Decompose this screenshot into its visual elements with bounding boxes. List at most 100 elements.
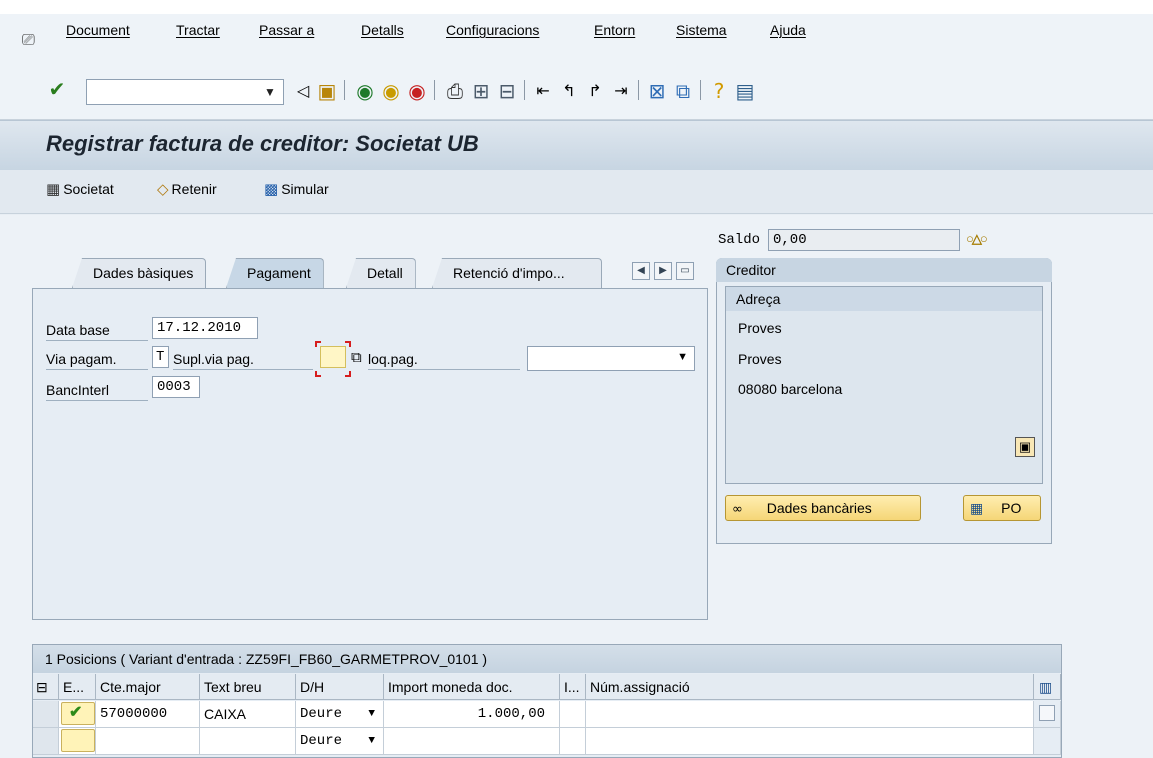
enter-icon[interactable]: ✔ <box>46 76 68 102</box>
societat-button[interactable]: ▦ Societat <box>46 180 114 198</box>
data-base-input[interactable]: 17.12.2010 <box>152 317 258 339</box>
tab-dades-basiques[interactable]: Dades bàsiques <box>72 258 207 288</box>
green-back-icon[interactable]: ◉ <box>354 78 376 104</box>
menu-document[interactable]: Document <box>66 22 130 38</box>
menu-configuracions[interactable]: Configuracions <box>446 22 539 38</box>
save-icon[interactable]: ▣ <box>316 78 338 104</box>
retenir-label: Retenir <box>171 181 217 197</box>
creditor-header: Creditor <box>716 258 1052 282</box>
column-header-i[interactable]: I... <box>560 674 586 700</box>
required-marker <box>315 341 321 347</box>
toolbar-separator <box>344 80 345 100</box>
find-next-icon[interactable]: ⊟ <box>496 78 518 104</box>
chevron-down-icon[interactable]: ▼ <box>258 80 282 104</box>
simular-button[interactable]: ▩ Simular <box>264 180 329 198</box>
next-page-icon[interactable]: ↱ <box>584 78 606 104</box>
select-all-icon[interactable]: ⊟ <box>33 674 59 700</box>
simular-label: Simular <box>281 181 329 197</box>
bank-data-button[interactable]: ∞ Dades bancàries <box>725 495 921 521</box>
back-icon[interactable]: ◁ <box>292 78 314 104</box>
address-detail-icon[interactable]: ▣ <box>1015 437 1035 457</box>
via-pagam-input[interactable]: T <box>152 346 169 368</box>
menu-ajuda[interactable]: Ajuda <box>770 22 806 38</box>
column-header-e[interactable]: E... <box>59 674 96 700</box>
menu-bar <box>0 0 1153 62</box>
column-header-text-breu[interactable]: Text breu <box>200 674 296 700</box>
address-line: Proves <box>738 320 782 336</box>
column-header-num-assignacio[interactable]: Núm.assignació <box>586 674 1034 700</box>
menu-tractar[interactable]: Tractar <box>176 22 220 38</box>
first-page-icon[interactable]: ⇤ <box>532 78 554 104</box>
cancel-icon[interactable]: ◉ <box>406 78 428 104</box>
dh-cell[interactable]: Deure ▼ <box>296 701 384 728</box>
scrollbar-track[interactable] <box>1034 701 1061 728</box>
exit-icon[interactable]: ◉ <box>380 78 402 104</box>
row-selector[interactable] <box>33 728 59 755</box>
tab-scroll-left-icon[interactable]: ◀ <box>632 262 650 280</box>
menu-passar-a[interactable]: Passar a <box>259 22 314 38</box>
copy-icon[interactable]: ⧉ <box>351 348 362 366</box>
shortcut-icon[interactable]: ⧉ <box>672 78 694 104</box>
i-cell[interactable] <box>560 728 586 755</box>
print-icon[interactable]: ⎙ <box>444 78 466 104</box>
page-title: Registrar factura de creditor: Societat … <box>46 131 479 156</box>
column-header-dh[interactable]: D/H <box>296 674 384 700</box>
tab-retencio[interactable]: Retenció d'impo... <box>432 258 602 288</box>
table-title: 1 Posicions ( Variant d'entrada : ZZ59FI… <box>33 645 1061 673</box>
required-marker <box>345 341 351 347</box>
assignment-cell[interactable] <box>586 701 1034 728</box>
park-icon: ◇ <box>157 180 169 198</box>
column-config-icon[interactable]: ▥ <box>1034 674 1061 700</box>
tab-pagament[interactable]: Pagament <box>226 258 324 288</box>
bloq-pag-select[interactable]: ▼ <box>527 346 695 371</box>
bloq-pag-label: loq.pag. <box>368 351 520 370</box>
data-base-label: Data base <box>46 322 148 341</box>
prev-page-icon[interactable]: ↰ <box>558 78 580 104</box>
column-header-import[interactable]: Import moneda doc. <box>384 674 560 700</box>
last-page-icon[interactable]: ⇥ <box>610 78 632 104</box>
amount-cell[interactable]: 1.000,00 <box>384 701 560 728</box>
layout-icon[interactable]: ▤ <box>734 78 756 104</box>
menu-entorn[interactable]: Entorn <box>594 22 635 38</box>
dh-cell[interactable]: Deure ▼ <box>296 728 384 755</box>
new-session-icon[interactable]: ⊠ <box>646 78 668 104</box>
short-text-cell[interactable] <box>200 728 296 755</box>
short-text-cell[interactable]: CAIXA <box>200 701 296 728</box>
assignment-cell[interactable] <box>586 728 1034 755</box>
balance-lights-icon: ○△○ <box>966 231 988 246</box>
table-row-status: ✔ <box>59 701 96 728</box>
gl-account-cell[interactable] <box>96 728 200 755</box>
column-header-cte-major[interactable]: Cte.major <box>96 674 200 700</box>
tab-list-icon[interactable]: ▭ <box>676 262 694 280</box>
i-cell[interactable] <box>560 701 586 728</box>
simulate-icon: ▩ <box>264 180 279 198</box>
supl-via-pag-input[interactable] <box>320 346 346 368</box>
scrollbar-track[interactable] <box>1034 728 1061 755</box>
required-marker <box>345 371 351 377</box>
societat-label: Societat <box>63 181 114 197</box>
gl-account-cell[interactable]: 57000000 <box>96 701 200 728</box>
banc-interl-input[interactable]: 0003 <box>152 376 200 398</box>
dh-value: Deure <box>300 706 343 722</box>
amount-cell[interactable] <box>384 728 560 755</box>
company-code-icon: ▦ <box>46 180 61 198</box>
check-icon: ✔ <box>69 704 83 721</box>
find-icon[interactable]: ⊞ <box>470 78 492 104</box>
row-selector[interactable] <box>33 701 59 728</box>
window-menu-icon[interactable]: ⎚ <box>22 32 35 50</box>
banc-interl-label: BancInterl <box>46 382 148 401</box>
command-field[interactable] <box>86 79 284 105</box>
tab-scroll-right-icon[interactable]: ▶ <box>654 262 672 280</box>
help-icon[interactable]: ? <box>708 78 730 104</box>
chevron-down-icon: ▼ <box>368 735 375 747</box>
tab-detall[interactable]: Detall <box>346 258 416 288</box>
menu-detalls[interactable]: Detalls <box>361 22 404 38</box>
status-cell <box>61 729 95 752</box>
toolbar-separator <box>434 80 435 100</box>
retenir-button[interactable]: ◇ Retenir <box>157 180 217 198</box>
scrollbar-thumb[interactable] <box>1039 705 1055 721</box>
address-header: Adreça <box>726 287 1042 311</box>
po-button[interactable]: ▦ PO <box>963 495 1041 521</box>
menu-sistema[interactable]: Sistema <box>676 22 727 38</box>
saldo-label: Saldo <box>718 232 761 248</box>
